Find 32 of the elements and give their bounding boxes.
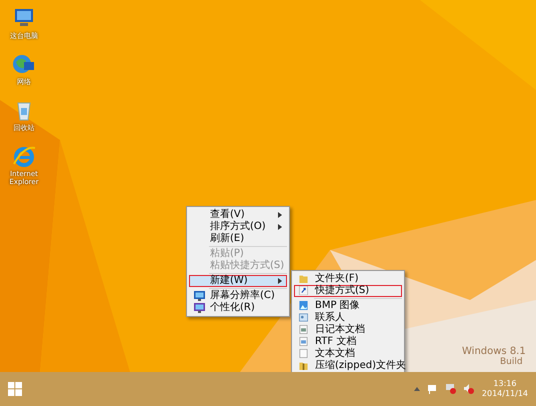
watermark-text: Windows 8.1 <box>462 346 526 357</box>
journal-icon <box>299 325 308 334</box>
menu-item[interactable]: 屏幕分辨率(C) <box>189 290 287 302</box>
windows-logo-icon[interactable] <box>8 382 22 396</box>
document-icon <box>299 337 308 346</box>
zip-folder-icon <box>299 361 308 370</box>
watermark-text: Build <box>500 357 523 368</box>
caret-icon[interactable] <box>414 387 420 391</box>
speaker-warning-icon[interactable] <box>464 384 474 394</box>
menu-item[interactable]: 查看(V) <box>189 209 287 221</box>
menu-item[interactable]: 文本文档 <box>294 348 402 360</box>
menu-item[interactable]: 新建(W) <box>189 275 287 287</box>
menu-item[interactable]: 排序方式(O) <box>189 221 287 233</box>
flag-icon[interactable] <box>428 384 438 394</box>
folder-icon <box>299 274 308 283</box>
menu-item[interactable]: 个性化(R) <box>189 302 287 314</box>
menu-item[interactable]: 日记本文档 <box>294 324 402 336</box>
menu-item[interactable]: 刷新(E) <box>189 233 287 245</box>
menu-item[interactable]: 文件夹(F) <box>294 273 402 285</box>
image-icon <box>299 301 308 310</box>
monitor-icon <box>194 303 205 313</box>
shortcut-arrow-icon <box>299 286 308 295</box>
network-globe-icon[interactable] <box>12 52 36 76</box>
menu-item[interactable]: 联系人 <box>294 312 402 324</box>
contact-card-icon <box>299 313 308 322</box>
menu-item[interactable]: RTF 文档 <box>294 336 402 348</box>
menu-item[interactable]: BMP 图像 <box>294 300 402 312</box>
monitor-icon <box>194 291 205 301</box>
network-warning-icon[interactable] <box>446 384 456 394</box>
browser-e-icon[interactable] <box>12 144 36 168</box>
menu-item[interactable]: 快捷方式(S) <box>294 285 402 297</box>
text-document-icon <box>299 349 308 358</box>
